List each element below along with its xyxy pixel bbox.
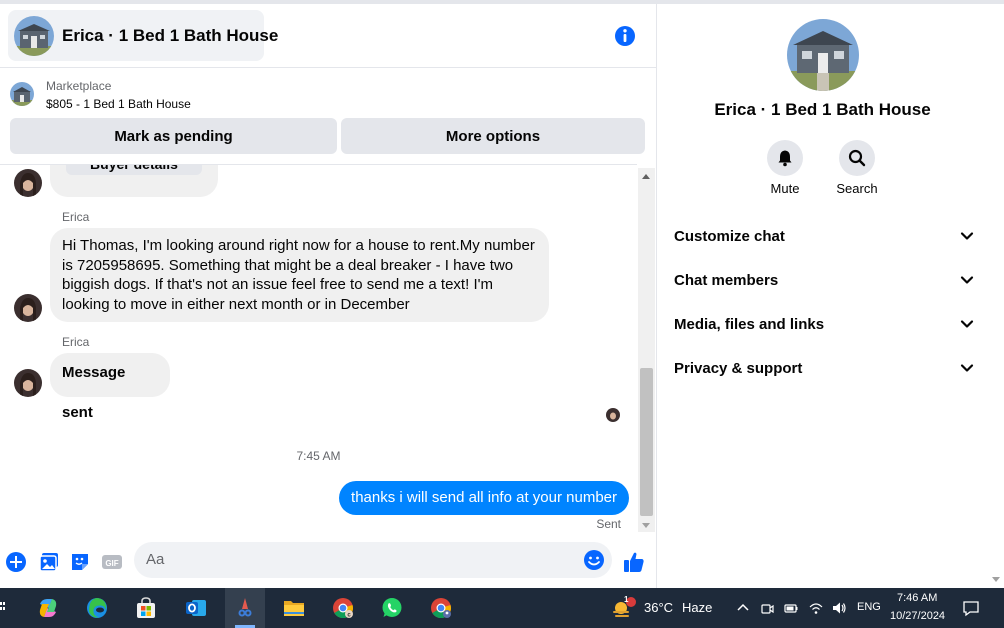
- chrome-profile-2-icon[interactable]: [421, 588, 461, 628]
- chevron-down-icon: [960, 320, 974, 328]
- chevron-down-icon: [960, 276, 974, 284]
- chrome-profile-icon[interactable]: c: [323, 588, 363, 628]
- bell-icon: [778, 150, 792, 167]
- weather-haze-icon[interactable]: [605, 588, 641, 628]
- section-label: Media, files and links: [674, 315, 825, 333]
- listing-title: $805 - 1 Bed 1 Bath House: [46, 97, 191, 111]
- chat-title-button[interactable]: Erica · 1 Bed 1 Bath House: [8, 10, 278, 61]
- search-label: Search: [836, 181, 878, 196]
- message-text: thanks i will send all info at your numb…: [351, 489, 617, 506]
- marketplace-label: Marketplace: [46, 79, 112, 93]
- message-text: Hi Thomas, I'm looking around right now …: [62, 237, 535, 313]
- message-composer: GIF: [0, 538, 656, 588]
- chevron-up-icon[interactable]: [735, 600, 751, 616]
- input-language[interactable]: ENG: [857, 601, 881, 613]
- chat-pane: Erica · 1 Bed 1 Bath House Marketplace $…: [0, 4, 656, 588]
- sent-status: Sent: [596, 517, 621, 531]
- copilot-icon[interactable]: [28, 588, 68, 628]
- clock-time[interactable]: 7:46 AM: [897, 592, 937, 604]
- notification-icon[interactable]: [962, 599, 980, 617]
- file-explorer-icon[interactable]: [274, 588, 314, 628]
- info-title: Erica · 1 Bed 1 Bath House: [714, 100, 931, 119]
- message-input-box[interactable]: [134, 542, 612, 578]
- section-privacy-support[interactable]: Privacy & support: [674, 353, 974, 383]
- chat-header: Erica · 1 Bed 1 Bath House: [0, 4, 656, 68]
- clock-date[interactable]: 10/27/2024: [890, 610, 945, 622]
- message-text: Message sent: [62, 364, 126, 421]
- search-icon: [848, 149, 866, 167]
- info-icon[interactable]: [612, 23, 638, 49]
- edge-browser-icon[interactable]: [77, 588, 117, 628]
- scroll-thumb[interactable]: [640, 368, 653, 516]
- message-input[interactable]: [146, 551, 566, 568]
- message-list: Buyer details Erica Hi Thomas, I'm looki…: [0, 164, 637, 532]
- message-bubble: Buyer details: [50, 165, 218, 197]
- outlook-icon[interactable]: [176, 588, 216, 628]
- sender-name: Erica: [62, 335, 90, 349]
- svg-text:GIF: GIF: [105, 559, 118, 568]
- buyer-details-button[interactable]: Buyer details: [66, 165, 202, 175]
- chat-title: Erica · 1 Bed 1 Bath House: [62, 25, 279, 45]
- volume-icon[interactable]: [831, 600, 847, 616]
- chevron-down-icon: [960, 232, 974, 240]
- sticker-icon[interactable]: [69, 551, 91, 573]
- whatsapp-icon[interactable]: [372, 588, 412, 628]
- house-avatar-large: [787, 19, 859, 91]
- section-label: Privacy & support: [674, 359, 803, 377]
- snipping-tool-icon[interactable]: [225, 588, 265, 628]
- chat-info-pane: Erica · 1 Bed 1 Bath House Mute Search C…: [657, 4, 988, 588]
- microsoft-store-icon[interactable]: [126, 588, 166, 628]
- outgoing-message-bubble: thanks i will send all info at your numb…: [339, 481, 629, 515]
- scroll-down-arrow-icon[interactable]: [992, 577, 1000, 582]
- gif-icon[interactable]: GIF: [101, 551, 123, 573]
- windows-taskbar: c 1 36°C Haze ENG 7:46 AM 10/27/2024: [0, 588, 1004, 628]
- scroll-down-arrow-icon[interactable]: [642, 523, 650, 528]
- wifi-icon[interactable]: [808, 600, 824, 616]
- read-receipt-avatar: [606, 408, 620, 422]
- battery-icon[interactable]: [783, 600, 799, 616]
- plus-icon[interactable]: [5, 551, 27, 573]
- section-label: Chat members: [674, 271, 779, 289]
- message-timestamp: 7:45 AM: [296, 449, 341, 463]
- search-button[interactable]: [839, 140, 875, 176]
- section-customize-chat[interactable]: Customize chat: [674, 221, 974, 251]
- section-chat-members[interactable]: Chat members: [674, 265, 974, 295]
- erica-avatar: [14, 369, 42, 397]
- scroll-up-arrow-icon[interactable]: [642, 174, 650, 179]
- house-avatar: [14, 15, 54, 56]
- emoji-icon[interactable]: [583, 549, 605, 571]
- task-view-edge-icon[interactable]: [0, 598, 6, 618]
- mute-button[interactable]: [767, 140, 803, 176]
- page-scrollbar[interactable]: [988, 4, 1004, 588]
- message-scrollbar[interactable]: [638, 168, 655, 532]
- photo-icon[interactable]: [38, 551, 60, 573]
- sender-name: Erica: [62, 210, 90, 224]
- chevron-down-icon: [960, 364, 974, 372]
- erica-avatar: [14, 169, 42, 197]
- section-media-files-links[interactable]: Media, files and links: [674, 309, 974, 339]
- more-options-button[interactable]: More options: [341, 118, 645, 154]
- weather-alert-badge: 1: [624, 595, 629, 604]
- camera-usage-icon[interactable]: [759, 600, 775, 616]
- listing-thumbnail: [10, 82, 34, 106]
- mute-label: Mute: [770, 181, 800, 196]
- marketplace-listing[interactable]: Marketplace $805 - 1 Bed 1 Bath House: [0, 70, 656, 120]
- mark-as-pending-button[interactable]: Mark as pending: [10, 118, 337, 154]
- weather-description[interactable]: Haze: [682, 600, 712, 615]
- message-bubble: Hi Thomas, I'm looking around right now …: [50, 228, 549, 322]
- thumbs-up-icon[interactable]: [622, 550, 646, 574]
- message-bubble: Message sent: [50, 353, 170, 421]
- weather-temperature[interactable]: 36°C: [644, 600, 673, 615]
- erica-avatar: [14, 294, 42, 322]
- section-label: Customize chat: [674, 227, 785, 245]
